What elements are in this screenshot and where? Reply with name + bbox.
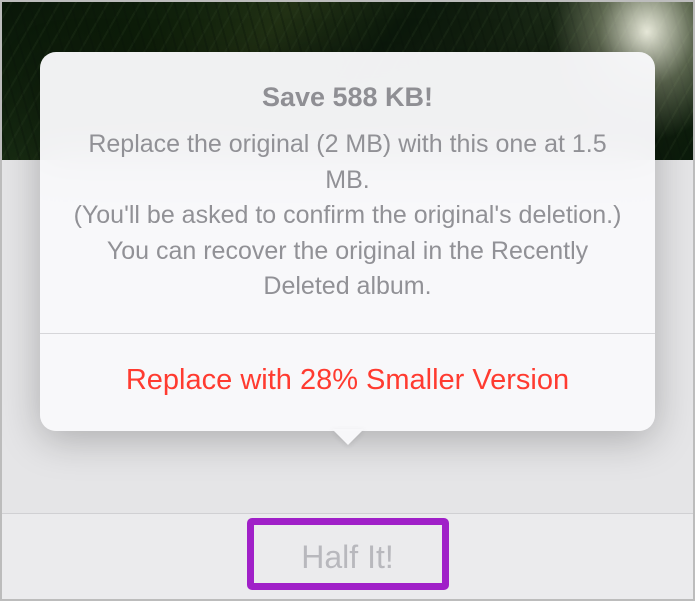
popover-body: Replace the original (2 MB) with this on…	[40, 127, 655, 333]
popover-arrow-icon	[332, 429, 364, 445]
popover-title: Save 588 KB!	[40, 52, 655, 127]
bottom-toolbar: Half It!	[0, 513, 695, 601]
popover-body-line: Replace the original (2 MB) with this on…	[70, 127, 625, 198]
popover-body-line: You can recover the original in the Rece…	[70, 234, 625, 305]
popover-body-line: (You'll be asked to confirm the original…	[70, 198, 625, 234]
confirmation-popover: Save 588 KB! Replace the original (2 MB)…	[40, 52, 655, 431]
replace-button[interactable]: Replace with 28% Smaller Version	[40, 334, 655, 431]
half-it-button[interactable]: Half It!	[279, 529, 415, 586]
